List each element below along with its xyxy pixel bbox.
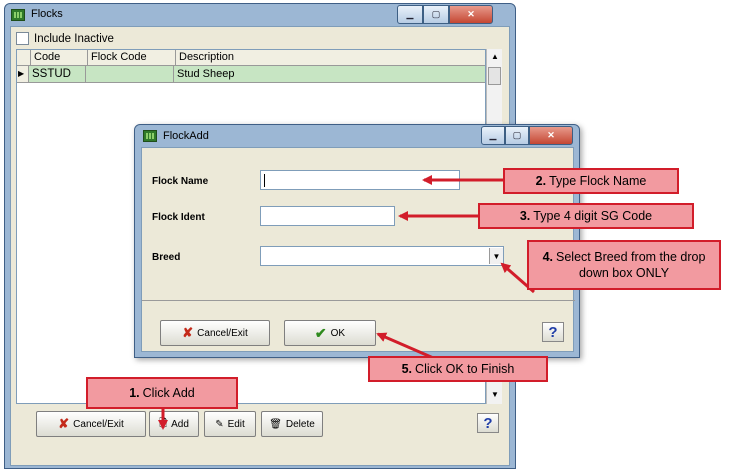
delete-button[interactable]: 🗑 Delete [261,411,323,437]
add-page-icon: 🗋 [159,417,168,429]
callout-step2-text: Type Flock Name [549,174,647,188]
flock-add-window: FlockAdd ▁ ▢ ✕ Flock Name Flock Ident Br… [134,124,580,358]
maximize-icon[interactable]: ▢ [423,5,449,24]
close-icon[interactable]: ✕ [529,126,573,145]
flocks-caption-buttons: ▁ ▢ ✕ [397,5,493,24]
add-label: Add [171,418,189,430]
include-inactive-label: Include Inactive [34,32,114,45]
scroll-up-icon[interactable]: ▲ [487,49,503,64]
text-cursor [264,174,265,187]
callout-step1: 1. Click Add [86,377,238,409]
callout-step1-number: 1. [129,386,140,400]
flocks-window-title: Flocks [31,8,63,20]
edit-label: Edit [227,418,245,430]
flock-ident-label: Flock Ident [152,212,205,223]
flock-add-caption-buttons: ▁ ▢ ✕ [481,126,573,145]
flock-name-field[interactable] [260,170,460,190]
grid-header: Code Flock Code Description [17,50,485,66]
scroll-down-icon[interactable]: ▼ [487,387,503,402]
callout-step2-number: 2. [535,174,547,188]
breed-label: Breed [152,252,181,263]
cancel-x-icon: ✘ [58,416,70,431]
delete-label: Delete [285,418,315,430]
cell-flock-code [86,66,174,82]
callout-step4-number: 4. [542,250,554,264]
include-inactive-check[interactable] [16,32,29,45]
cell-code: SSTUD [29,66,86,82]
flocks-cancel-label: Cancel/Exit [73,418,124,430]
edit-icon: ✎ [215,418,224,430]
minimize-icon[interactable]: ▁ [481,126,505,145]
callout-step4: 4. Select Breed from the drop down box ON… [527,240,721,290]
help-icon[interactable]: ? [542,322,564,342]
flocks-cancel-button[interactable]: ✘ Cancel/Exit [36,411,146,437]
ok-check-icon: ✔ [314,324,327,341]
callout-step3-number: 3. [519,209,531,223]
ok-button[interactable]: ✔ OK [284,320,376,346]
cell-description: Stud Sheep [177,68,235,80]
flock-add-title: FlockAdd [163,130,209,142]
flock-add-cancel-button[interactable]: ✘ Cancel/Exit [160,320,270,346]
ok-label: OK [330,327,346,339]
callout-step1-text: Click Add [142,386,195,400]
minimize-icon[interactable]: ▁ [397,5,423,24]
flock-add-app-icon [143,130,157,142]
callout-step3-text: Type 4 digit SG Code [533,209,653,223]
dropdown-arrow-icon[interactable]: ▼ [489,248,503,264]
callout-step4-text: Select Breed from the drop down box ONLY [556,250,706,280]
edit-button[interactable]: ✎ Edit [204,411,256,437]
column-header-flock-code[interactable]: Flock Code [88,50,176,65]
flock-add-cancel-label: Cancel/Exit [197,327,248,339]
button-divider [142,300,575,301]
callout-step5-number: 5. [401,362,413,376]
callout-step4-content: 4. Select Breed from the drop down box ON… [537,249,711,281]
scroll-thumb[interactable] [488,67,501,85]
column-header-code[interactable]: Code [31,50,88,65]
help-icon[interactable]: ? [477,413,499,433]
callout-step5-text: Click OK to Finish [415,362,515,376]
table-row[interactable]: ▶ SSTUD Stud Sheep [17,66,485,83]
close-icon[interactable]: ✕ [449,5,493,24]
column-header-description[interactable]: Description [176,50,485,65]
cancel-x-icon: ✘ [182,325,194,340]
row-pointer-icon: ▶ [17,66,29,82]
include-inactive-checkbox[interactable]: Include Inactive [16,32,114,45]
flock-app-icon [11,9,25,21]
delete-trash-icon: 🗑 [269,418,282,430]
flock-name-label: Flock Name [152,176,209,187]
callout-step5: 5. Click OK to Finish [368,356,548,382]
breed-select[interactable]: ▼ [260,246,504,266]
callout-step3: 3. Type 4 digit SG Code [478,203,694,229]
row-indicator-header [17,50,31,65]
flock-ident-field[interactable] [260,206,395,226]
callout-step2: 2. Type Flock Name [503,168,679,194]
maximize-icon[interactable]: ▢ [505,126,529,145]
add-button[interactable]: 🗋 Add [149,411,199,437]
